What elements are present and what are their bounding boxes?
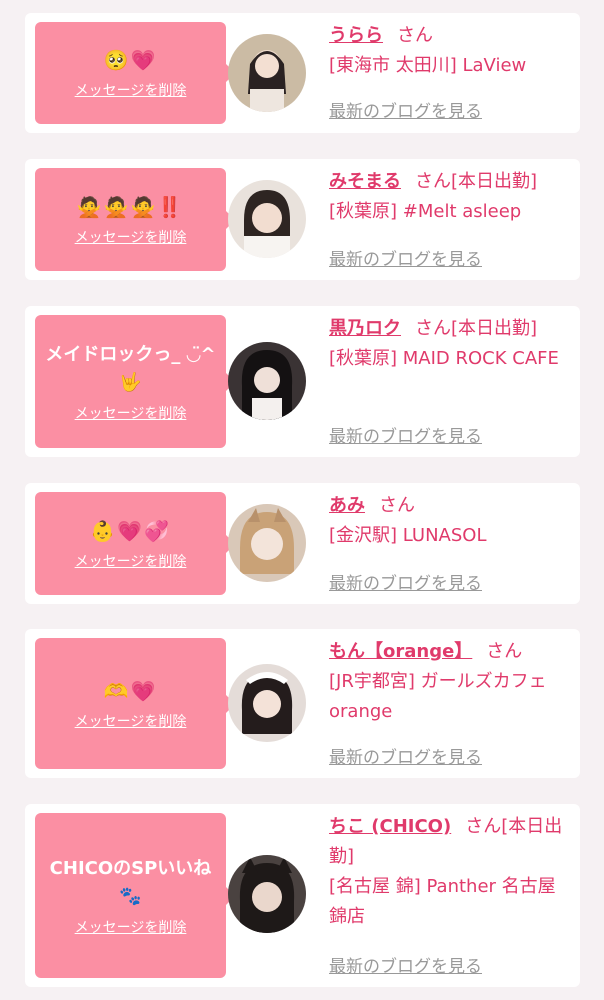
- avatar[interactable]: [228, 180, 306, 258]
- message-card: 👶💗💞 メッセージを削除 あみ さん [金沢駅] LUNASOL 最新のブログを見…: [25, 483, 580, 604]
- latest-blog-link[interactable]: 最新のブログを見る: [329, 422, 482, 447]
- work-status: [本日出勤]: [451, 171, 538, 192]
- honorific: さん: [465, 816, 502, 837]
- message-text: 👶💗💞: [90, 518, 171, 543]
- location-text: [秋葉原] #Melt asleep: [329, 201, 522, 222]
- message-bubble: 🥺💗 メッセージを削除: [35, 22, 235, 124]
- honorific: さん: [397, 25, 433, 46]
- avatar[interactable]: [228, 34, 306, 112]
- message-card: 🫶💗 メッセージを削除 もん【orange】 さん [JR宇都宮] ガールズカフェ…: [25, 629, 580, 778]
- location-text: [名古屋 錦] Panther 名古屋錦店: [329, 876, 556, 927]
- profile-name-link[interactable]: あみ: [329, 495, 365, 516]
- message-bubble: 🫶💗 メッセージを削除: [35, 638, 235, 769]
- message-text: 🙅🙅🙅‼️: [76, 194, 185, 219]
- message-list: 🥺💗 メッセージを削除 うらら さん [東海市 太田川] LaView 最新のブロ…: [0, 0, 604, 1000]
- honorific: さん: [486, 641, 523, 662]
- message-bubble: 🙅🙅🙅‼️ メッセージを削除: [35, 168, 235, 271]
- message-bubble: 👶💗💞 メッセージを削除: [35, 492, 235, 595]
- location-text: [東海市 太田川] LaView: [329, 55, 527, 76]
- honorific: さん: [379, 495, 415, 516]
- message-card: CHICOのSPいいね🐾 メッセージを削除 ちこ (CHICO) さん[本日出勤]…: [25, 804, 580, 987]
- latest-blog-link[interactable]: 最新のブログを見る: [329, 569, 482, 594]
- profile-info: もん【orange】 さん [JR宇都宮] ガールズカフェ orange: [329, 637, 570, 727]
- delete-message-link[interactable]: メッセージを削除: [75, 917, 187, 937]
- delete-message-link[interactable]: メッセージを削除: [75, 403, 187, 423]
- message-card: 🙅🙅🙅‼️ メッセージを削除 みそまる さん[本日出勤] [秋葉原] #Melt …: [25, 159, 580, 280]
- profile-info: あみ さん [金沢駅] LUNASOL: [329, 491, 570, 551]
- message-bubble: CHICOのSPいいね🐾 メッセージを削除: [35, 813, 235, 978]
- profile-name-link[interactable]: みそまる: [329, 171, 401, 192]
- latest-blog-link[interactable]: 最新のブログを見る: [329, 743, 482, 768]
- message-text: 🫶💗: [103, 678, 158, 703]
- profile-name-link[interactable]: うらら: [329, 25, 383, 46]
- message-text: CHICOのSPいいね🐾: [49, 857, 212, 907]
- delete-message-link[interactable]: メッセージを削除: [75, 711, 187, 731]
- profile-info: 黒乃ロク さん[本日出勤] [秋葉原] MAID ROCK CAFE: [329, 314, 570, 374]
- work-status: [本日出勤]: [451, 318, 538, 339]
- avatar[interactable]: [228, 664, 306, 742]
- latest-blog-link[interactable]: 最新のブログを見る: [329, 952, 482, 977]
- avatar[interactable]: [228, 504, 306, 582]
- latest-blog-link[interactable]: 最新のブログを見る: [329, 245, 482, 270]
- honorific: さん: [415, 171, 451, 192]
- location-text: [秋葉原] MAID ROCK CAFE: [329, 348, 559, 369]
- latest-blog-link[interactable]: 最新のブログを見る: [329, 97, 482, 122]
- message-bubble: メイドロックっ_ ◡̈^🤟 メッセージを削除: [35, 315, 235, 448]
- message-card: 🥺💗 メッセージを削除 うらら さん [東海市 太田川] LaView 最新のブロ…: [25, 13, 580, 133]
- location-text: [JR宇都宮] ガールズカフェ orange: [329, 671, 547, 722]
- honorific: さん: [415, 318, 451, 339]
- message-text: メイドロックっ_ ◡̈^🤟: [45, 343, 216, 393]
- profile-info: みそまる さん[本日出勤] [秋葉原] #Melt asleep: [329, 167, 570, 227]
- delete-message-link[interactable]: メッセージを削除: [75, 227, 187, 247]
- profile-name-link[interactable]: 黒乃ロク: [329, 318, 401, 339]
- avatar[interactable]: [228, 342, 306, 420]
- profile-info: ちこ (CHICO) さん[本日出勤] [名古屋 錦] Panther 名古屋錦店: [329, 812, 570, 932]
- message-text: 🥺💗: [103, 48, 158, 72]
- profile-info: うらら さん [東海市 太田川] LaView: [329, 21, 570, 81]
- delete-message-link[interactable]: メッセージを削除: [75, 551, 187, 571]
- profile-name-link[interactable]: ちこ (CHICO): [329, 816, 451, 837]
- location-text: [金沢駅] LUNASOL: [329, 525, 487, 546]
- delete-message-link[interactable]: メッセージを削除: [75, 80, 187, 100]
- message-card: メイドロックっ_ ◡̈^🤟 メッセージを削除 黒乃ロク さん[本日出勤] [秋葉原…: [25, 306, 580, 457]
- avatar[interactable]: [228, 855, 306, 933]
- profile-name-link[interactable]: もん【orange】: [329, 641, 472, 662]
